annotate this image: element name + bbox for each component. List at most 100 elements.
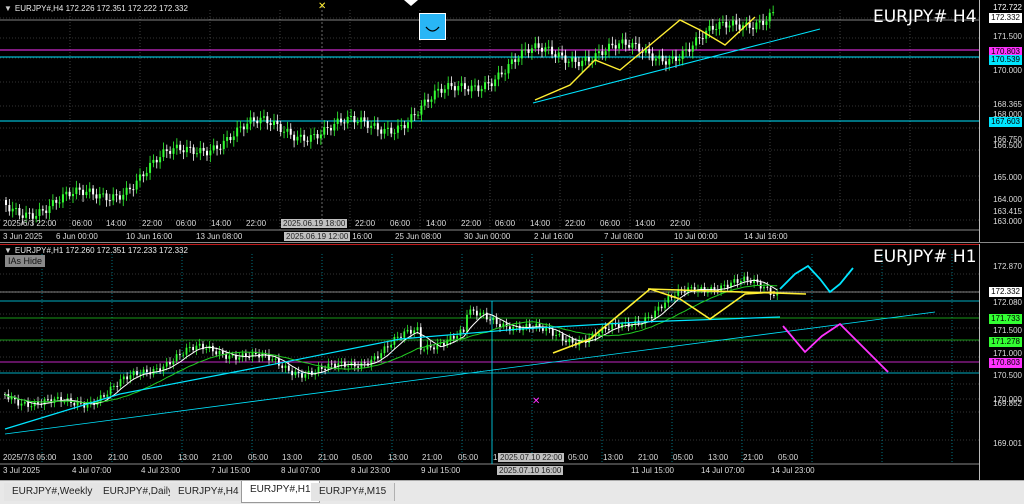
tab-eurjpy-h1[interactable]: EURJPY#,H1 bbox=[241, 481, 320, 503]
h4-candle-body bbox=[400, 125, 403, 127]
h4-candle-body bbox=[319, 134, 322, 139]
h4-candle-body bbox=[453, 86, 456, 91]
h4-zigzag-line bbox=[534, 16, 756, 101]
h1-candle-body bbox=[499, 324, 501, 328]
h4-candle-body bbox=[675, 56, 677, 61]
h1-candle-body bbox=[489, 319, 491, 321]
h1-plot[interactable]: ✕ bbox=[0, 244, 980, 480]
h1-time-label: 8 Jul 07:00 bbox=[281, 466, 321, 475]
h4-candle-body bbox=[303, 134, 306, 141]
h4-candle-body bbox=[309, 135, 312, 142]
tab-eurjpy-daily[interactable]: EURJPY#,Daily bbox=[95, 483, 183, 501]
tab-eurjpy-weekly[interactable]: EURJPY#,Weekly bbox=[4, 483, 102, 501]
h4-candle-body bbox=[199, 147, 202, 154]
h4-candle-body bbox=[206, 150, 208, 156]
h1-candle-body bbox=[297, 371, 300, 373]
h1-candle-body bbox=[188, 347, 191, 349]
chart-shift-icon[interactable] bbox=[404, 0, 418, 6]
h4-candle-body bbox=[192, 147, 195, 155]
h4-chart-pane[interactable]: ✕ ▼ EURJPY#,H4 172.226 172.351 172.222 17… bbox=[0, 0, 1024, 243]
h4-time-label: 22:00 bbox=[355, 219, 376, 228]
h4-candle-body bbox=[463, 83, 466, 90]
h4-candle-body bbox=[695, 37, 698, 46]
collapse-triangle-icon: ▼ bbox=[4, 4, 12, 13]
h1-price-label: 171.500 bbox=[993, 326, 1022, 335]
h1-candle-body bbox=[221, 350, 224, 355]
expert-advisor-smiley-icon[interactable] bbox=[419, 13, 446, 40]
h4-candle-body bbox=[82, 189, 85, 196]
h4-candle-body bbox=[651, 53, 654, 61]
h4-candle-body bbox=[393, 132, 396, 134]
h4-candle-body bbox=[256, 120, 259, 124]
h1-candle-body bbox=[561, 334, 564, 341]
h1-candle-body bbox=[393, 337, 396, 345]
h4-time-label: 2025/6/3 22:00 bbox=[3, 219, 57, 228]
h4-candle-body bbox=[8, 205, 11, 212]
h1-candle-body bbox=[56, 396, 59, 399]
h1-candle-body bbox=[551, 329, 554, 336]
h4-candle-body bbox=[336, 118, 339, 124]
h4-candle-body bbox=[671, 56, 674, 59]
h4-candle-body bbox=[252, 117, 255, 121]
h1-candle-body bbox=[122, 376, 125, 380]
h4-candle-body bbox=[681, 50, 684, 60]
h4-time-label: 22:00 bbox=[565, 219, 586, 228]
h4-candle-body bbox=[296, 136, 299, 141]
h1-price-label: 171.278 bbox=[989, 337, 1022, 347]
h4-candle-body bbox=[517, 58, 520, 62]
h4-candle-body bbox=[654, 58, 657, 61]
h4-price-label: 166.500 bbox=[993, 141, 1022, 150]
h4-candle-body bbox=[329, 127, 332, 131]
h4-candle-body bbox=[544, 47, 547, 52]
h4-price-axis[interactable]: 172.722 172.332 171.500 170.803 170.539 170.0… bbox=[979, 0, 1024, 242]
h4-price-label: 172.332 bbox=[989, 13, 1022, 23]
tab-eurjpy-m15[interactable]: EURJPY#,M15 bbox=[311, 483, 396, 501]
h4-candle-body bbox=[386, 127, 389, 129]
h4-candle-body bbox=[490, 83, 493, 87]
h4-candle-body bbox=[262, 116, 265, 118]
h4-candle-body bbox=[98, 193, 101, 199]
h1-candle-body bbox=[452, 335, 455, 339]
h1-price-axis[interactable]: 172.870 172.332 172.080 171.733 171.500 171.2… bbox=[979, 244, 1024, 480]
h4-candle-body bbox=[587, 57, 590, 62]
h1-candle-body bbox=[218, 350, 221, 355]
h1-candle-body bbox=[667, 296, 670, 303]
h4-candle-body bbox=[65, 191, 68, 195]
h4-candle-body bbox=[182, 150, 185, 153]
h1-candle-body bbox=[690, 287, 693, 289]
h4-candle-body bbox=[698, 37, 701, 39]
h1-candle-body bbox=[538, 323, 541, 327]
h4-candle-body bbox=[216, 145, 219, 149]
h4-candle-body bbox=[668, 58, 671, 65]
h4-candle-body bbox=[437, 88, 440, 91]
h4-candle-body bbox=[614, 45, 617, 49]
h1-candle-body bbox=[195, 345, 198, 351]
h4-candle-body bbox=[356, 122, 359, 124]
h1-candle-body bbox=[449, 335, 452, 341]
h1-candle-body bbox=[198, 343, 201, 346]
h1-chart-pane[interactable]: ✕ ▼ EURJPY#,H1 172.260 172.351 172.233 17… bbox=[0, 244, 1024, 480]
ias-hide-button[interactable]: IAs Hide bbox=[5, 255, 46, 267]
tab-eurjpy-h4[interactable]: EURJPY#,H4 bbox=[170, 483, 248, 501]
h4-candle-body bbox=[219, 148, 222, 150]
h4-candle-body bbox=[772, 12, 775, 14]
h1-candle-body bbox=[344, 361, 346, 367]
h4-candle-body bbox=[601, 51, 604, 55]
h1-candle-body bbox=[294, 371, 297, 376]
h1-candle-body bbox=[17, 399, 20, 406]
h1-candle-body bbox=[380, 353, 383, 359]
h1-time-label: 05:00 bbox=[778, 453, 799, 462]
h4-candle-body bbox=[484, 82, 487, 90]
h4-candle-body bbox=[306, 140, 309, 142]
h1-candle-body bbox=[119, 379, 122, 387]
h1-candle-body bbox=[419, 327, 422, 350]
h4-time-label: 7 Jul 08:00 bbox=[604, 232, 644, 241]
h4-plot[interactable]: ✕ bbox=[0, 0, 980, 242]
h1-candle-body bbox=[416, 327, 419, 331]
h4-price-label: 170.000 bbox=[993, 66, 1022, 75]
h1-candle-body bbox=[146, 369, 148, 373]
h1-time-label: 05:00 bbox=[458, 453, 479, 462]
h1-candle-body bbox=[291, 370, 293, 376]
h4-price-label: 163.000 bbox=[993, 217, 1022, 226]
h1-price-label: 172.870 bbox=[993, 262, 1022, 271]
